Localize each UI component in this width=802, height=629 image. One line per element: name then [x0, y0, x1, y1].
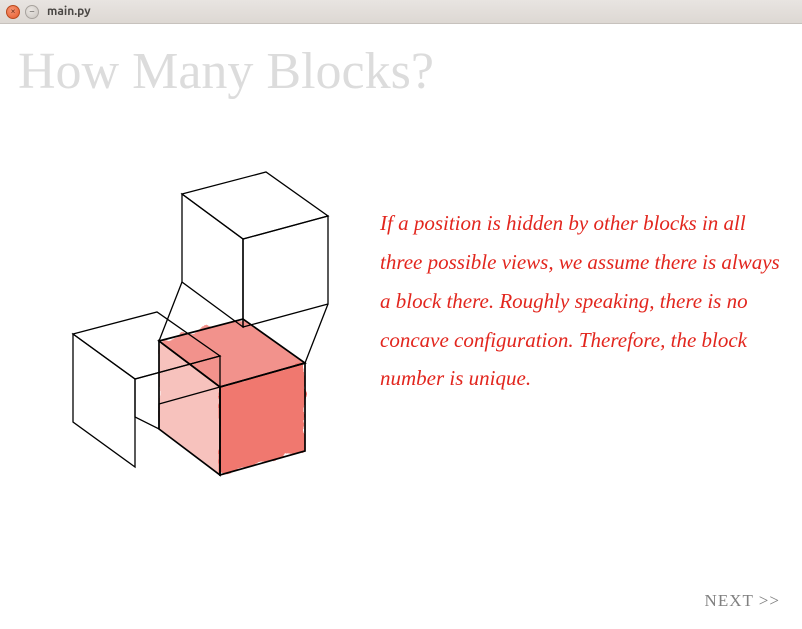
- window-titlebar: × – main.py: [0, 0, 802, 24]
- next-button[interactable]: NEXT >>: [705, 591, 780, 611]
- explanation-text: If a position is hidden by other blocks …: [380, 204, 780, 398]
- blocks-illustration: [25, 159, 365, 479]
- minimize-icon[interactable]: –: [25, 5, 39, 19]
- close-icon[interactable]: ×: [6, 5, 20, 19]
- page-title: How Many Blocks?: [18, 42, 434, 101]
- window-controls: × –: [6, 5, 39, 19]
- content-area: How Many Blocks?: [0, 24, 802, 629]
- window-title: main.py: [47, 5, 91, 18]
